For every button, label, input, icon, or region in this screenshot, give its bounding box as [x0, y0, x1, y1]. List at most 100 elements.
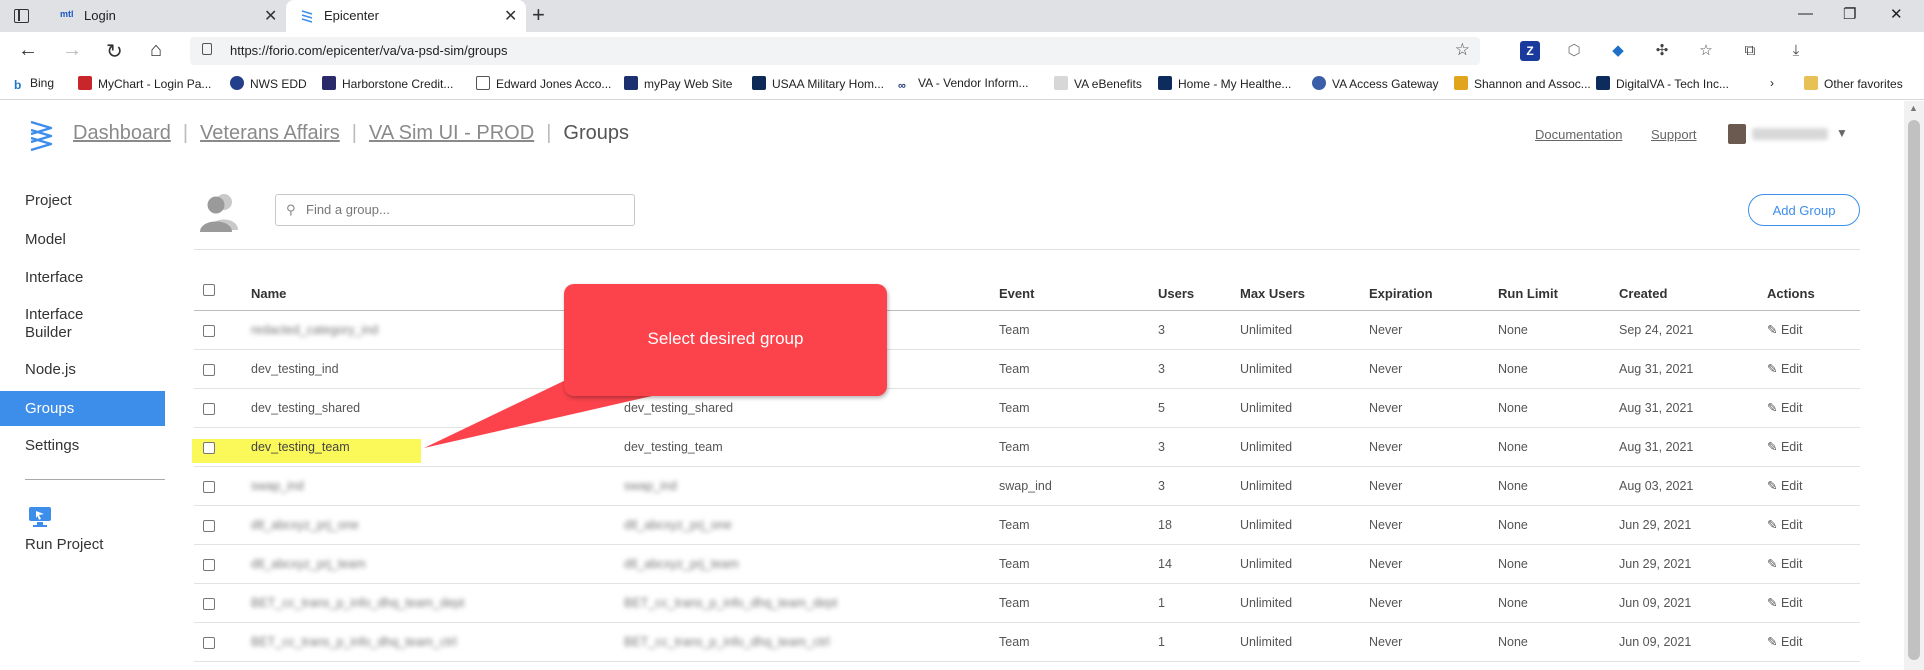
sidebar-item-interface-builder[interactable]: Interface Builder [0, 306, 130, 342]
table-row[interactable]: dev_testing_ind Team 3 Unlimited Never N… [194, 350, 1860, 389]
table-row[interactable]: BET_cc_trans_p_info_dhq_team_dept BET_cc… [194, 584, 1860, 623]
row-checkbox[interactable] [203, 559, 215, 571]
breadcrumb-account[interactable]: Veterans Affairs [200, 122, 340, 144]
minimize-icon[interactable]: — [1798, 5, 1813, 22]
sidebar-item-project[interactable]: Project [0, 192, 165, 209]
table-row[interactable]: dtl_abcxyz_prj_team dtl_abcxyz_prj_team … [194, 545, 1860, 584]
row-checkbox[interactable] [203, 325, 215, 337]
sidebar-item-interface[interactable]: Interface [0, 269, 165, 286]
group-search-field[interactable]: ⚲ [275, 194, 635, 226]
row-checkbox[interactable] [203, 442, 215, 454]
favorite-nws-edd[interactable]: NWS EDD [230, 76, 307, 91]
zotero-extension-icon[interactable]: Z [1520, 41, 1540, 61]
breadcrumb-project[interactable]: VA Sim UI - PROD [369, 122, 534, 144]
favorite-digitalva[interactable]: DigitalVA - Tech Inc... [1596, 76, 1729, 91]
sidebar-item-nodejs[interactable]: Node.js [0, 361, 165, 378]
group-name-link[interactable]: dev_testing_ind [251, 362, 339, 376]
sidebar-item-model[interactable]: Model [0, 231, 165, 248]
documentation-link[interactable]: Documentation [1535, 127, 1622, 142]
favorite-shannon[interactable]: Shannon and Assoc... [1454, 76, 1591, 91]
table-row[interactable]: swap_ind swap_ind swap_ind 3 Unlimited N… [194, 467, 1860, 506]
new-tab-icon[interactable]: + [532, 2, 545, 28]
group-name-link[interactable]: dtl_abcxyz_prj_one [251, 518, 359, 532]
run-project-icon[interactable] [28, 506, 52, 528]
office-extension-icon[interactable]: ⬡ [1564, 41, 1584, 61]
add-group-button[interactable]: Add Group [1748, 194, 1860, 226]
row-checkbox[interactable] [203, 403, 215, 415]
user-avatar[interactable] [1728, 124, 1746, 144]
row-checkbox[interactable] [203, 598, 215, 610]
favorite-va-vendor[interactable]: ∞ VA - Vendor Inform... [898, 76, 1029, 94]
table-row[interactable]: redacted_category_ind Team 3 Unlimited N… [194, 311, 1860, 350]
edit-group-button[interactable]: ✎ Edit [1767, 478, 1803, 493]
row-checkbox[interactable] [203, 364, 215, 376]
table-row[interactable]: dtl_abcxyz_prj_one dtl_abcxyz_prj_one Te… [194, 506, 1860, 545]
table-row-selected[interactable]: dev_testing_team dev_testing_team Team 3… [194, 428, 1860, 467]
url-field[interactable]: https://forio.com/epicenter/va/va-psd-si… [190, 37, 1480, 65]
edit-group-button[interactable]: ✎ Edit [1767, 400, 1803, 415]
favorite-va-ebenefits[interactable]: VA eBenefits [1054, 76, 1142, 91]
group-name-link[interactable]: dev_testing_team [251, 440, 350, 454]
breadcrumb-dashboard[interactable]: Dashboard [73, 122, 171, 144]
select-all-checkbox[interactable] [203, 284, 215, 296]
collections-icon[interactable]: ⧉ [1740, 41, 1760, 61]
close-window-icon[interactable]: ✕ [1890, 5, 1903, 23]
table-row[interactable]: dev_testing_shared dev_testing_shared Te… [194, 389, 1860, 428]
forward-icon[interactable]: → [62, 39, 82, 62]
column-header-max-users[interactable]: Max Users [1240, 286, 1305, 301]
tab-epicenter[interactable]: Epicenter ✕ [286, 0, 526, 32]
column-header-event[interactable]: Event [999, 286, 1034, 301]
edit-group-button[interactable]: ✎ Edit [1767, 517, 1803, 532]
group-name-link[interactable]: redacted_category_ind [251, 323, 378, 337]
close-tab-icon[interactable]: ✕ [264, 6, 277, 26]
close-tab-icon[interactable]: ✕ [504, 6, 517, 26]
home-icon[interactable]: ⌂ [150, 39, 162, 62]
row-checkbox[interactable] [203, 637, 215, 649]
chevron-down-icon[interactable]: ▼ [1836, 126, 1848, 140]
column-header-expiration[interactable]: Expiration [1369, 286, 1433, 301]
edit-group-button[interactable]: ✎ Edit [1767, 322, 1803, 337]
extensions-puzzle-icon[interactable]: ✣ [1652, 41, 1672, 61]
favorite-bing[interactable]: b Bing [14, 76, 54, 92]
scrollbar-thumb[interactable] [1908, 120, 1920, 660]
restore-icon[interactable]: ❐ [1843, 5, 1856, 23]
favorite-edward-jones[interactable]: Edward Jones Acco... [476, 76, 611, 91]
scroll-up-icon[interactable]: ▲ [1909, 103, 1918, 113]
downloads-icon[interactable]: ⤓ [1786, 41, 1806, 61]
favorite-mypay[interactable]: myPay Web Site [624, 76, 732, 91]
edit-group-button[interactable]: ✎ Edit [1767, 439, 1803, 454]
support-link[interactable]: Support [1651, 127, 1697, 142]
favorite-usaa[interactable]: USAA Military Hom... [752, 76, 884, 91]
favorite-other[interactable]: Other favorites [1804, 76, 1903, 91]
favorites-icon[interactable]: ☆ [1696, 41, 1716, 61]
favorite-star-icon[interactable]: ☆ [1455, 40, 1470, 60]
edit-group-button[interactable]: ✎ Edit [1767, 361, 1803, 376]
run-project-label[interactable]: Run Project [0, 536, 165, 553]
back-icon[interactable]: ← [18, 39, 38, 62]
favorites-overflow-chevron-icon[interactable]: › [1770, 76, 1774, 90]
tab-actions-icon[interactable] [14, 9, 29, 23]
column-header-users[interactable]: Users [1158, 286, 1194, 301]
group-search-input[interactable] [306, 202, 626, 217]
favorite-harborstone[interactable]: Harborstone Credit... [322, 76, 453, 91]
group-name-link[interactable]: dtl_abcxyz_prj_team [251, 557, 366, 571]
favorite-mychart[interactable]: MyChart - Login Pa... [78, 76, 211, 91]
group-name-link[interactable]: dev_testing_shared [251, 401, 360, 415]
edit-group-button[interactable]: ✎ Edit [1767, 556, 1803, 571]
epicenter-logo-icon[interactable] [28, 118, 54, 152]
row-checkbox[interactable] [203, 481, 215, 493]
tab-login[interactable]: mtl Login ✕ [46, 0, 286, 32]
column-header-run-limit[interactable]: Run Limit [1498, 286, 1558, 301]
edit-group-button[interactable]: ✎ Edit [1767, 595, 1803, 610]
extension-icon[interactable]: ◆ [1608, 41, 1628, 61]
edit-group-button[interactable]: ✎ Edit [1767, 634, 1803, 649]
group-name-link[interactable]: swap_ind [251, 479, 304, 493]
favorite-va-access-gateway[interactable]: VA Access Gateway [1312, 76, 1439, 91]
refresh-icon[interactable]: ↻ [106, 39, 123, 64]
sidebar-item-groups[interactable]: Groups [0, 391, 165, 426]
column-header-name[interactable]: Name [251, 286, 286, 301]
sidebar-item-settings[interactable]: Settings [0, 437, 165, 454]
group-name-link[interactable]: BET_cc_trans_p_info_dhq_team_dept [251, 596, 464, 610]
table-row[interactable]: BET_cc_trans_p_info_dhq_team_ctrl BET_cc… [194, 623, 1860, 662]
favorite-myhealthevet[interactable]: Home - My Healthe... [1158, 76, 1291, 91]
